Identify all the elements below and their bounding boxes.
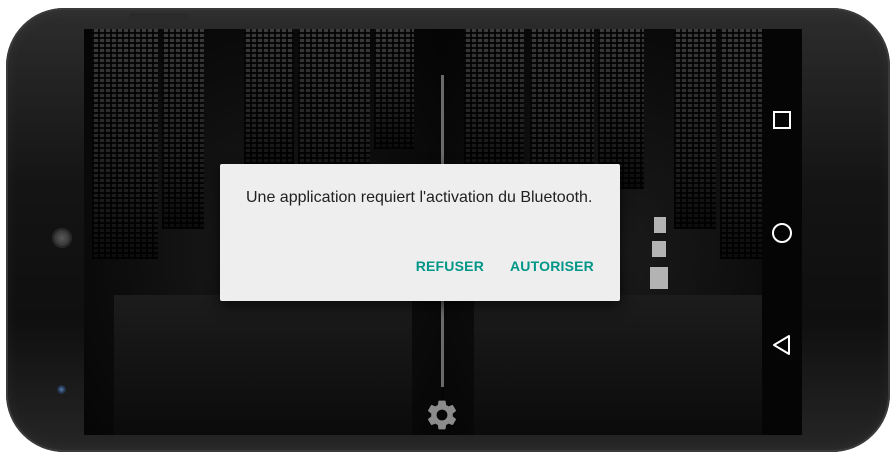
building — [374, 29, 414, 149]
triangle-back-icon — [773, 335, 790, 355]
building — [244, 29, 294, 179]
circle-icon — [772, 223, 792, 243]
dialog-message: Une application requiert l'activation du… — [246, 189, 593, 206]
square-icon — [773, 111, 791, 129]
bluetooth-permission-dialog: Une application requiert l'activation du… — [220, 164, 620, 301]
dialog-actions: REFUSER AUTORISER — [416, 258, 594, 274]
building — [674, 29, 716, 229]
back-button[interactable] — [762, 325, 802, 365]
refuse-button[interactable]: REFUSER — [416, 258, 484, 274]
home-button[interactable] — [762, 213, 802, 253]
gear-icon — [427, 400, 457, 430]
lane-marking — [654, 217, 666, 233]
road — [474, 295, 772, 435]
power-button — [130, 13, 188, 18]
front-camera — [57, 385, 66, 394]
settings-button[interactable] — [424, 397, 460, 433]
lane-marking — [650, 267, 668, 289]
navigation-bar — [762, 29, 802, 435]
building — [464, 29, 524, 179]
recents-button[interactable] — [762, 100, 802, 140]
road — [114, 295, 412, 435]
building — [162, 29, 204, 229]
building — [92, 29, 158, 259]
proximity-sensor — [58, 88, 62, 92]
lane-marking — [652, 241, 666, 257]
allow-button[interactable]: AUTORISER — [510, 258, 594, 274]
speaker-grille — [52, 228, 72, 248]
